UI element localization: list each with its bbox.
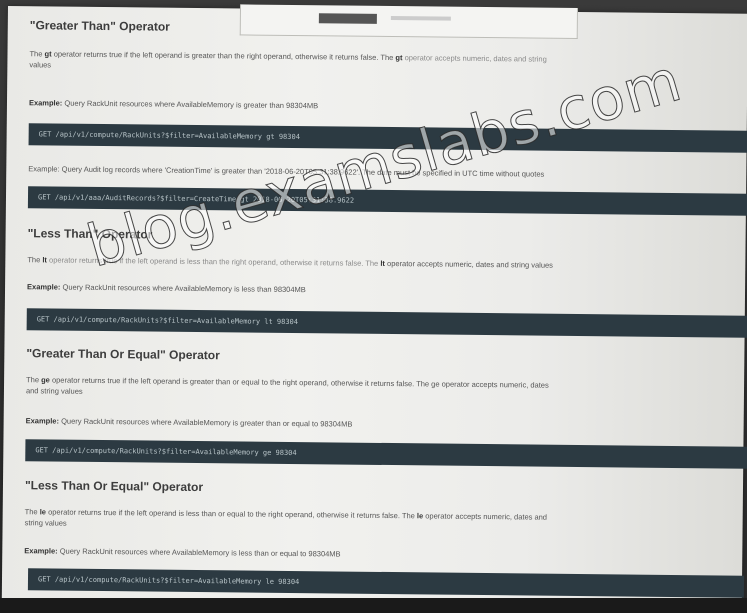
photo-of-document: "Greater Than" Operator The gt operator …: [0, 0, 747, 613]
gt-example-label: Example:: [28, 98, 63, 108]
gt-desc-post: operator accepts numeric, dates and stri…: [404, 53, 547, 64]
le-description: The le operator returns true if the left…: [25, 506, 735, 535]
le-op2: le: [416, 511, 424, 521]
heading-less-equal: "Less Than Or Equal" Operator: [24, 478, 204, 495]
le-desc-post: operator accepts numeric, dates and: [425, 511, 548, 522]
le-example-label: Example:: [24, 546, 58, 556]
le-example: Example: Query RackUnit resources where …: [24, 546, 734, 562]
lt-example: Example: Query RackUnit resources where …: [27, 282, 737, 298]
lt-desc-post: operator accepts numeric, dates and stri…: [386, 258, 554, 270]
ge-op: ge: [41, 375, 50, 385]
le-desc-pre: The: [24, 507, 38, 517]
le-code-block: GET /api/v1/compute/RackUnits?$filter=Av…: [27, 568, 745, 598]
lt-op: lt: [42, 255, 48, 265]
section-less-equal: "Less Than Or Equal" Operator: [25, 478, 735, 499]
tab-faint-block: [390, 16, 451, 21]
section-greater-equal: "Greater Than Or Equal" Operator: [26, 346, 736, 367]
gt-op: gt: [44, 49, 52, 59]
heading-greater-equal: "Greater Than Or Equal" Operator: [26, 346, 220, 363]
gt-example-text: Query RackUnit resources where Available…: [64, 98, 319, 111]
ge-code-block: GET /api/v1/compute/RackUnits?$filter=Av…: [25, 439, 747, 469]
ge-example: Example: Query RackUnit resources where …: [26, 416, 736, 432]
gt-desc-line2: values: [29, 60, 52, 70]
lt-example-text: Query RackUnit resources where Available…: [62, 282, 306, 295]
ge-description: The ge operator returns true if the left…: [26, 374, 736, 403]
lt-example-label: Example:: [27, 282, 61, 292]
ge-desc-pre: The: [26, 375, 40, 385]
gt-desc-pre: The: [29, 49, 43, 59]
ge-example-text: Query RackUnit resources where Available…: [61, 416, 353, 429]
gt-op2: gt: [395, 53, 403, 63]
lt-op2: lt: [380, 258, 385, 268]
lt-desc-pre: The: [27, 255, 41, 265]
le-desc-mid: operator returns true if the left operan…: [48, 507, 415, 521]
ge-desc-line2: and string values: [25, 386, 83, 396]
le-desc-line2: string values: [24, 518, 67, 528]
ge-desc-mid: operator returns true if the left operan…: [51, 375, 549, 390]
ge-example-label: Example:: [25, 416, 60, 426]
lt-code-block: GET /api/v1/compute/RackUnits?$filter=Av…: [26, 308, 747, 338]
bottom-dark-edge: [0, 598, 747, 613]
le-example-text: Query RackUnit resources where Available…: [59, 546, 341, 559]
le-op: le: [39, 507, 47, 517]
gt-desc-mid: operator returns true if the left operan…: [53, 49, 394, 63]
